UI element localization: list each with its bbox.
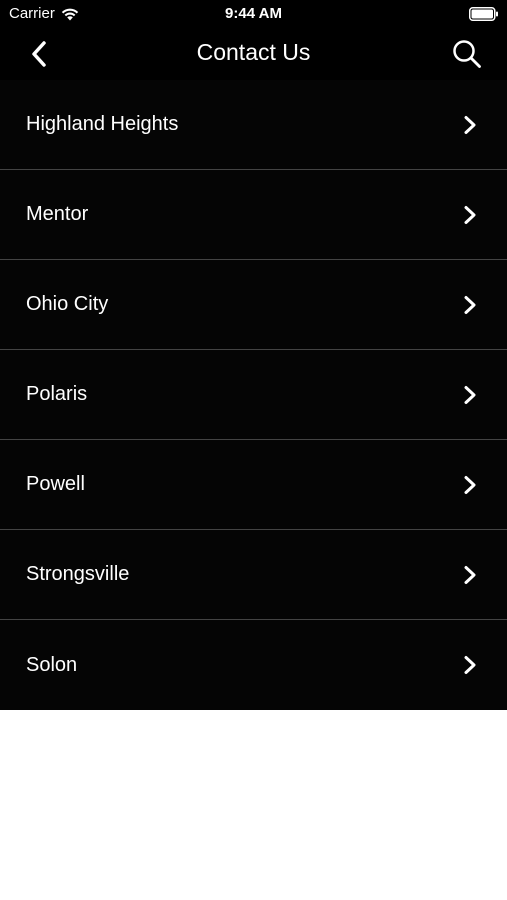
list-item-label: Highland Heights (26, 113, 179, 135)
list-item-label: Solon (26, 653, 78, 676)
chevron-right-icon (464, 205, 476, 224)
chevron-left-icon (32, 41, 46, 67)
page-title: Contact Us (196, 39, 311, 65)
chevron-right-icon (464, 115, 476, 134)
list-item-polaris[interactable]: Polaris (0, 350, 507, 440)
search-icon (453, 40, 481, 68)
chevron-right-icon (464, 656, 476, 674)
location-list: Highland Heights Mentor Ohio City Polari… (0, 80, 507, 710)
list-item-ohio-city[interactable]: Ohio City (0, 260, 507, 350)
screen: Carrier 9:44 AM Contact Us Highland Heig… (0, 0, 507, 900)
list-item-label: Powell (26, 473, 85, 495)
search-button[interactable] (449, 37, 485, 71)
list-item-strongsville[interactable]: Strongsville (0, 530, 507, 620)
nav-bar: Contact Us (0, 28, 507, 80)
battery-icon (469, 7, 498, 21)
chevron-right-icon (464, 475, 476, 494)
status-time: 9:44 AM (225, 5, 282, 22)
list-item-label: Ohio City (26, 293, 109, 315)
list-item-label: Polaris (26, 383, 88, 405)
list-item-mentor[interactable]: Mentor (0, 170, 507, 260)
status-bar: Carrier 9:44 AM (0, 0, 507, 28)
list-item-solon[interactable]: Solon (0, 620, 507, 710)
list-item-powell[interactable]: Powell (0, 440, 507, 530)
list-item-label: Strongsville (26, 563, 130, 585)
back-button[interactable] (22, 38, 56, 70)
list-item-highland-heights[interactable]: Highland Heights (0, 80, 507, 170)
list-item-label: Mentor (26, 203, 89, 225)
chevron-right-icon (464, 385, 476, 404)
chevron-right-icon (464, 565, 476, 584)
chevron-right-icon (464, 295, 476, 314)
